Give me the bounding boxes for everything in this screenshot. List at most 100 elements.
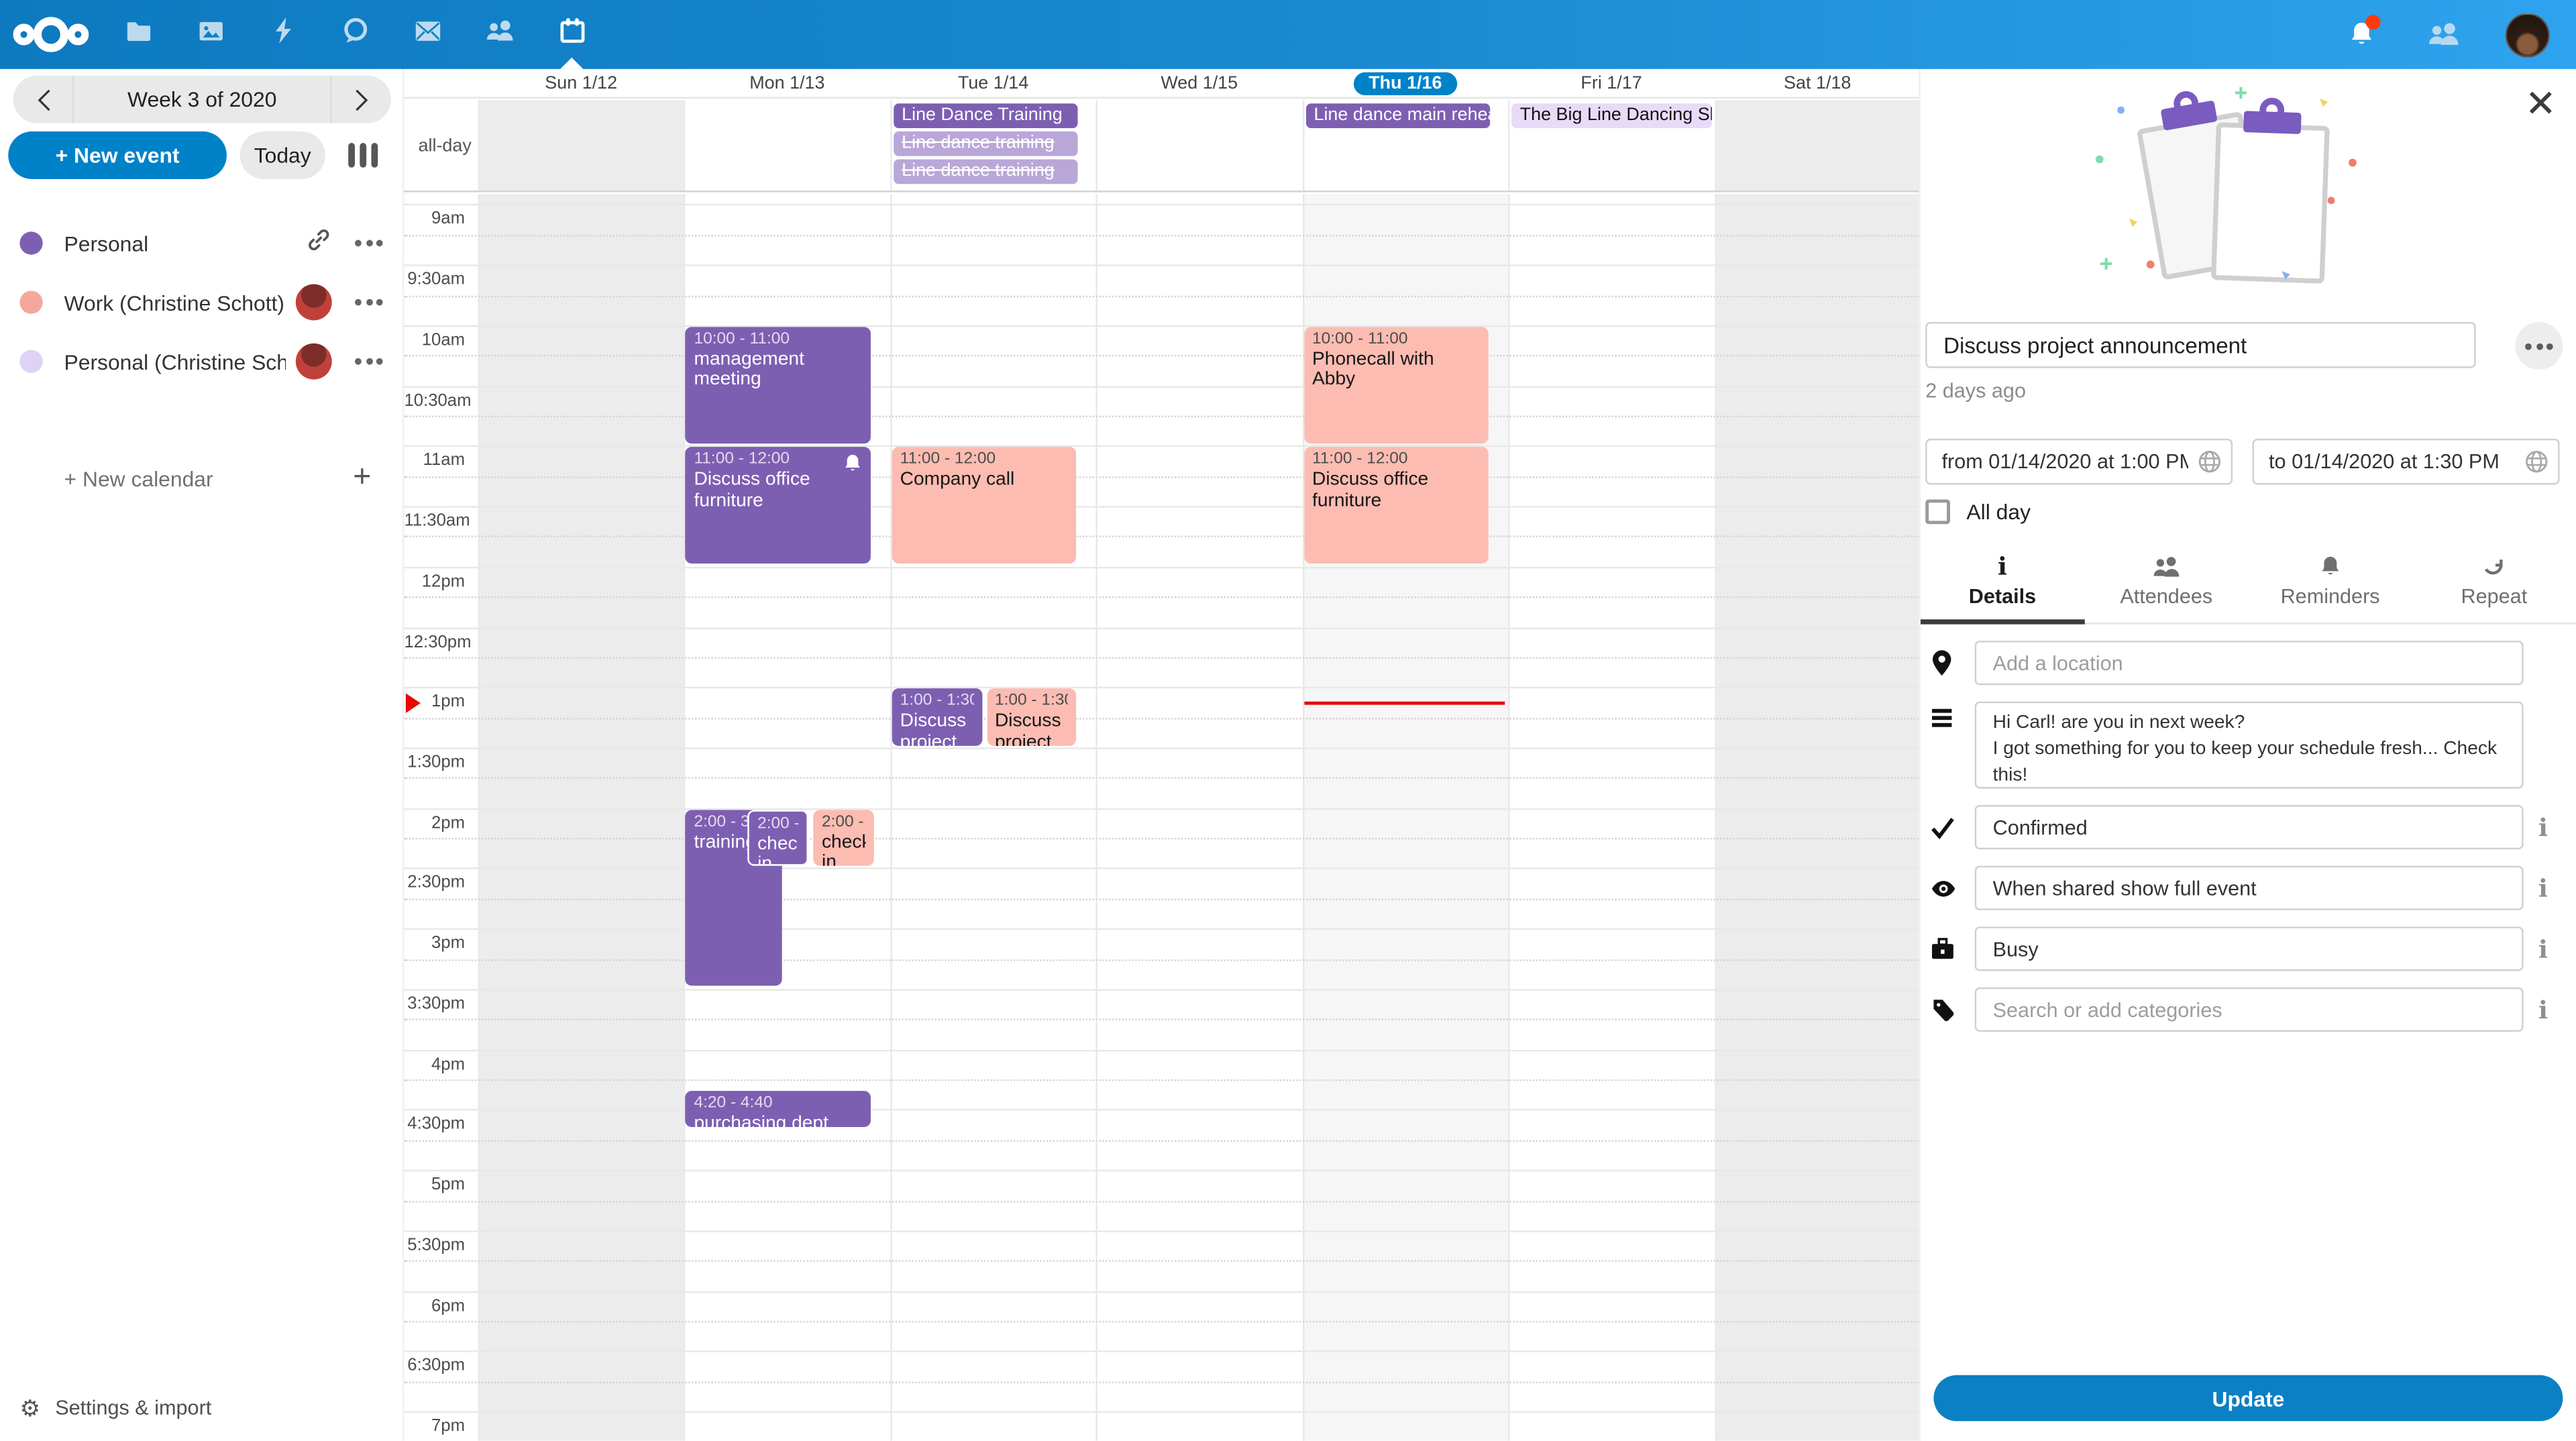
day-header-tue[interactable]: Tue 1/14 bbox=[890, 69, 1096, 99]
grid-column[interactable] bbox=[478, 194, 684, 1441]
contacts-menu-icon[interactable] bbox=[2423, 15, 2463, 54]
checkbox-box[interactable] bbox=[1925, 499, 1950, 524]
share-link-icon[interactable] bbox=[306, 226, 332, 260]
new-calendar-button[interactable]: + New calendar + bbox=[0, 450, 402, 506]
day-header-thu[interactable]: Thu 1/16 bbox=[1302, 69, 1508, 99]
all-day-event[interactable]: The Big Line Dancing Show bbox=[1511, 103, 1711, 128]
close-icon[interactable] bbox=[2522, 84, 2558, 120]
user-avatar[interactable] bbox=[2506, 12, 2550, 56]
all-day-checkbox[interactable]: All day bbox=[1921, 499, 2576, 524]
grid-column[interactable] bbox=[1715, 194, 1919, 1441]
all-day-checkbox-label: All day bbox=[1966, 499, 2031, 524]
day-header-sun[interactable]: Sun 1/12 bbox=[478, 69, 684, 99]
location-input[interactable] bbox=[1975, 641, 2524, 685]
settings-import-button[interactable]: ⚙ Settings & import bbox=[0, 1385, 231, 1431]
tab-reminders[interactable]: Reminders bbox=[2248, 545, 2412, 623]
app-files[interactable] bbox=[102, 0, 174, 69]
hour-line bbox=[404, 1351, 1919, 1352]
nextcloud-logo-icon[interactable] bbox=[0, 15, 102, 54]
end-date-input[interactable] bbox=[2253, 439, 2560, 485]
calendar-event[interactable]: 11:00 - 12:00Discuss office furniture bbox=[686, 447, 870, 564]
all-day-column bbox=[1096, 100, 1302, 191]
tab-repeat[interactable]: Repeat bbox=[2412, 545, 2576, 623]
timezone-globe-icon[interactable] bbox=[2525, 450, 2548, 482]
info-icon[interactable]: i bbox=[2524, 934, 2563, 963]
quarter-line bbox=[404, 1079, 1919, 1081]
update-button[interactable]: Update bbox=[1933, 1375, 2563, 1422]
freebusy-row: i bbox=[1921, 926, 2576, 971]
sidebar-calendar-item[interactable]: Personal (Christine Scho... bbox=[0, 332, 402, 391]
status-select[interactable] bbox=[1975, 805, 2524, 849]
calendar-sidebar: Week 3 of 2020 + New event Today Persona… bbox=[0, 69, 402, 1441]
calendar-event[interactable]: 10:00 - 11:00management meeting bbox=[686, 327, 870, 443]
event-title-input[interactable] bbox=[1925, 322, 2475, 368]
event-time: 11:00 - 12:00 bbox=[900, 451, 1069, 470]
grid-column[interactable] bbox=[890, 194, 1096, 1441]
tab-details[interactable]: iDetails bbox=[1921, 545, 2084, 623]
sidebar-calendar-item[interactable]: Work (Christine Schott) bbox=[0, 273, 402, 332]
current-time-arrow-icon bbox=[406, 693, 421, 712]
calendar-actions-menu-icon[interactable] bbox=[355, 352, 383, 371]
all-day-event[interactable]: Line dance training bbox=[894, 131, 1078, 156]
all-day-column bbox=[684, 100, 890, 191]
sidebar-calendar-item[interactable]: Personal bbox=[0, 213, 402, 272]
quarter-line bbox=[404, 536, 1919, 537]
week-label[interactable]: Week 3 of 2020 bbox=[72, 76, 332, 123]
calendar-event[interactable]: 10:00 - 11:00Phonecall with Abby bbox=[1304, 327, 1489, 443]
hour-line bbox=[404, 928, 1919, 930]
actions-menu-icon[interactable] bbox=[2515, 322, 2563, 370]
hour-line bbox=[404, 506, 1919, 507]
calendar-actions-menu-icon[interactable] bbox=[355, 292, 383, 312]
calendar-event[interactable]: 2:00 - 2:30check-in bbox=[814, 810, 875, 866]
view-toggle-icon[interactable] bbox=[341, 136, 384, 174]
quarter-line bbox=[404, 1140, 1919, 1141]
info-icon[interactable]: i bbox=[2524, 812, 2563, 842]
freebusy-select[interactable] bbox=[1975, 926, 2524, 971]
today-button[interactable]: Today bbox=[240, 131, 325, 179]
start-date-input[interactable] bbox=[1925, 439, 2233, 485]
day-header-sat[interactable]: Sat 1/18 bbox=[1715, 69, 1921, 99]
app-photos[interactable] bbox=[174, 0, 247, 69]
grid-column[interactable] bbox=[1096, 194, 1302, 1441]
calendar-color-dot bbox=[19, 231, 42, 254]
day-header-fri[interactable]: Fri 1/17 bbox=[1509, 69, 1715, 99]
visibility-select[interactable] bbox=[1975, 866, 2524, 910]
description-textarea[interactable]: Hi Carl! are you in next week? I got som… bbox=[1975, 702, 2524, 789]
calendar-event[interactable]: 4:20 - 4:40purchasing dept bbox=[686, 1091, 870, 1128]
day-header-wed[interactable]: Wed 1/15 bbox=[1096, 69, 1302, 99]
info-icon[interactable]: i bbox=[2524, 995, 2563, 1024]
day-header-mon[interactable]: Mon 1/13 bbox=[684, 69, 890, 99]
quarter-line bbox=[404, 959, 1919, 960]
app-activity[interactable] bbox=[246, 0, 319, 69]
all-day-event[interactable]: Line dance main rehearsal bbox=[1305, 103, 1490, 128]
calendar-event[interactable]: 1:00 - 1:30Discuss project announcement bbox=[892, 689, 981, 745]
next-week-button[interactable] bbox=[332, 76, 391, 123]
calendar-event[interactable]: 11:00 - 12:00Company call bbox=[892, 447, 1076, 564]
week-view: Sun 1/12Mon 1/13Tue 1/14Wed 1/15Thu 1/16… bbox=[402, 69, 1919, 1441]
info-icon[interactable]: i bbox=[2524, 873, 2563, 903]
app-contacts[interactable] bbox=[464, 0, 536, 69]
notifications-bell-icon[interactable] bbox=[2341, 15, 2381, 54]
calendar-event[interactable]: 11:00 - 12:00Discuss office furniture bbox=[1304, 447, 1489, 564]
contacts-icon bbox=[484, 17, 515, 52]
previous-week-button[interactable] bbox=[13, 76, 72, 123]
quarter-line bbox=[404, 657, 1919, 658]
app-mail[interactable] bbox=[391, 0, 464, 69]
calendar-event[interactable]: 2:00 - 2:30check-in bbox=[747, 810, 808, 866]
all-day-event[interactable]: Line dance training bbox=[894, 160, 1078, 184]
categories-input[interactable] bbox=[1975, 988, 2524, 1032]
all-day-event[interactable]: Line Dance Training bbox=[894, 103, 1078, 128]
time-label: 10am bbox=[404, 330, 465, 350]
calendar-actions-menu-icon[interactable] bbox=[355, 233, 383, 253]
calendar-list: PersonalWork (Christine Schott)Personal … bbox=[0, 213, 402, 390]
time-label: 6pm bbox=[404, 1295, 465, 1315]
calendar-event[interactable]: 1:00 - 1:30Discuss project bbox=[987, 689, 1077, 745]
new-event-button[interactable]: + New event bbox=[8, 131, 227, 179]
quarter-line bbox=[404, 1321, 1919, 1322]
timezone-globe-icon[interactable] bbox=[2198, 450, 2221, 482]
app-talk[interactable] bbox=[319, 0, 391, 69]
grid-column[interactable] bbox=[1509, 194, 1715, 1441]
time-label: 6:30pm bbox=[404, 1356, 465, 1375]
app-calendar[interactable] bbox=[535, 0, 608, 69]
tab-attendees[interactable]: Attendees bbox=[2084, 545, 2248, 623]
